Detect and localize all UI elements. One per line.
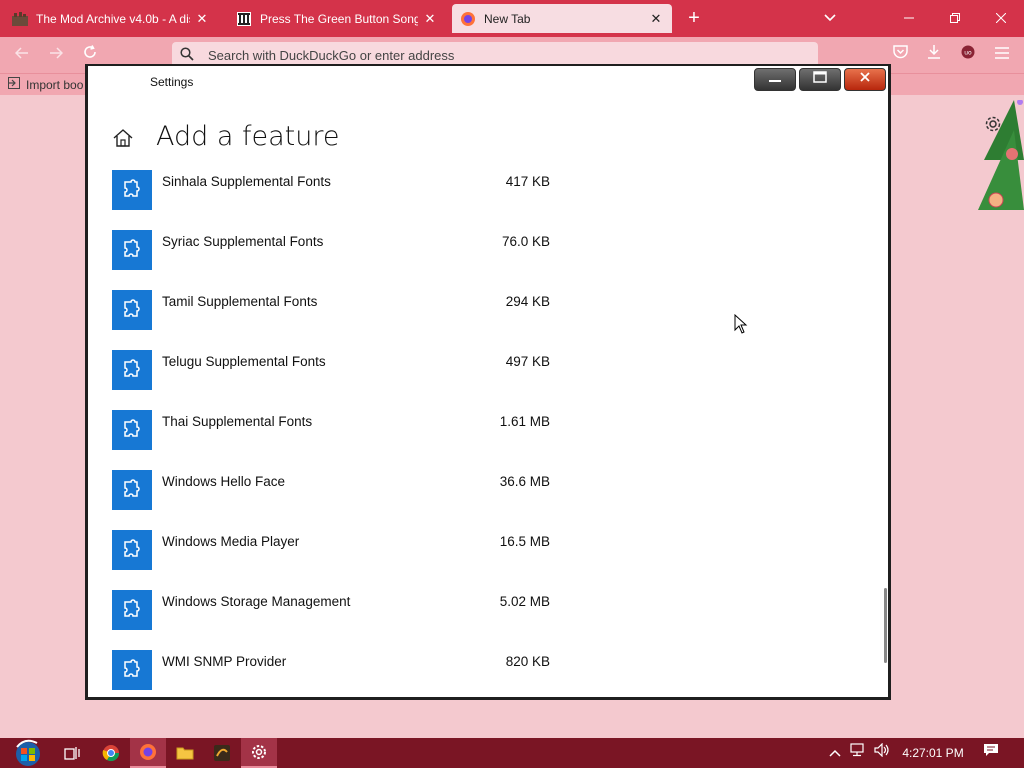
chevron-up-icon[interactable]	[826, 738, 844, 768]
task-view-icon[interactable]	[54, 738, 90, 768]
feature-row[interactable]: Thai Supplemental Fonts 1.61 MB	[112, 410, 562, 470]
feature-size: 820 KB	[506, 654, 550, 669]
back-arrow-icon[interactable]	[10, 43, 34, 67]
address-placeholder: Search with DuckDuckGo or enter address	[208, 48, 454, 63]
browser-tab-bar: The Mod Archive v4.0b - A dist ✕ Press T…	[0, 0, 1024, 37]
tab-label: The Mod Archive v4.0b - A dist	[36, 12, 190, 26]
christmas-tree-decoration	[974, 100, 1024, 240]
feature-name: Windows Media Player	[162, 534, 299, 549]
puzzle-piece-icon	[112, 470, 152, 510]
forward-arrow-icon[interactable]	[44, 43, 68, 67]
ublock-extension-icon[interactable]: uo	[956, 43, 980, 67]
hamburger-menu-icon[interactable]	[990, 43, 1014, 67]
tab-mod-archive[interactable]: The Mod Archive v4.0b - A dist ✕	[4, 4, 218, 33]
puzzle-piece-icon	[112, 350, 152, 390]
import-icon	[8, 77, 20, 92]
feature-row[interactable]: Sinhala Supplemental Fonts 417 KB	[112, 170, 562, 230]
firefox-icon[interactable]	[130, 738, 166, 768]
feature-size: 16.5 MB	[500, 534, 550, 549]
feature-row[interactable]: WMI SNMP Provider 820 KB	[112, 650, 562, 710]
feature-name: Telugu Supplemental Fonts	[162, 354, 326, 369]
feature-name: WMI SNMP Provider	[162, 654, 286, 669]
minimize-button[interactable]	[754, 68, 796, 91]
new-tab-button[interactable]: +	[682, 6, 706, 30]
feature-row[interactable]: Windows Storage Management 5.02 MB	[112, 590, 562, 650]
feature-size: 76.0 KB	[502, 234, 550, 249]
feature-row[interactable]: Tamil Supplemental Fonts 294 KB	[112, 290, 562, 350]
tab-green-button-songs[interactable]: Press The Green Button Songs C ✕	[228, 4, 446, 33]
feature-name: Sinhala Supplemental Fonts	[162, 174, 331, 189]
settings-titlebar[interactable]: Settings	[88, 66, 888, 98]
feature-name: Syriac Supplemental Fonts	[162, 234, 323, 249]
download-icon[interactable]	[922, 43, 946, 67]
feature-row[interactable]: Syriac Supplemental Fonts 76.0 KB	[112, 230, 562, 290]
settings-window: Settings Add a feature Sinhala Supplemen…	[85, 64, 891, 700]
browser-close-icon[interactable]	[986, 6, 1016, 30]
import-bookmarks-item[interactable]: Import boo	[8, 77, 83, 92]
mod-archive-favicon-icon	[12, 11, 28, 27]
mouse-cursor-icon	[734, 314, 748, 334]
feature-size: 5.02 MB	[500, 594, 550, 609]
settings-window-title: Settings	[150, 75, 193, 89]
browser-restore-icon[interactable]	[940, 6, 970, 30]
taskbar-clock[interactable]: 4:27:01 PM	[896, 738, 970, 768]
page-title: Add a feature	[156, 121, 339, 152]
start-button[interactable]	[8, 738, 48, 768]
taskbar: 4:27:01 PM	[0, 738, 1024, 768]
tab-close-icon[interactable]: ✕	[422, 11, 438, 27]
puzzle-piece-icon	[112, 290, 152, 330]
tab-label: Press The Green Button Songs C	[260, 12, 418, 26]
volume-icon[interactable]	[872, 738, 892, 768]
feature-name: Thai Supplemental Fonts	[162, 414, 312, 429]
pocket-icon[interactable]	[888, 43, 912, 67]
tab-close-icon[interactable]: ✕	[194, 11, 210, 27]
feature-size: 294 KB	[506, 294, 550, 309]
file-explorer-icon[interactable]	[167, 738, 203, 768]
puzzle-piece-icon	[112, 650, 152, 690]
maximize-button[interactable]	[799, 68, 841, 91]
feature-name: Tamil Supplemental Fonts	[162, 294, 317, 309]
puzzle-piece-icon	[112, 230, 152, 270]
feature-row[interactable]: Windows Hello Face 36.6 MB	[112, 470, 562, 530]
chevron-down-icon[interactable]	[818, 6, 842, 30]
search-icon	[180, 47, 198, 64]
network-icon[interactable]	[848, 738, 868, 768]
tab-label: New Tab	[484, 12, 644, 26]
scrollbar-thumb[interactable]	[884, 588, 887, 663]
feature-size: 1.61 MB	[500, 414, 550, 429]
tab-close-icon[interactable]: ✕	[648, 11, 664, 27]
puzzle-piece-icon	[112, 530, 152, 570]
app-icon[interactable]	[204, 738, 240, 768]
feature-size: 36.6 MB	[500, 474, 550, 489]
chrome-icon[interactable]	[93, 738, 129, 768]
institution-favicon-icon	[236, 11, 252, 27]
feature-size: 497 KB	[506, 354, 550, 369]
import-bookmarks-label: Import boo	[26, 78, 83, 92]
home-icon[interactable]	[112, 128, 134, 150]
feature-row[interactable]: Telugu Supplemental Fonts 497 KB	[112, 350, 562, 410]
puzzle-piece-icon	[112, 410, 152, 450]
settings-gear-icon[interactable]	[241, 738, 277, 768]
feature-name: Windows Hello Face	[162, 474, 285, 489]
notifications-icon[interactable]	[980, 738, 1002, 768]
tab-new-tab[interactable]: New Tab ✕	[452, 4, 672, 33]
feature-row[interactable]: Windows Media Player 16.5 MB	[112, 530, 562, 590]
feature-list: Sinhala Supplemental Fonts 417 KB Syriac S…	[112, 170, 562, 710]
close-button[interactable]	[844, 68, 886, 91]
feature-size: 417 KB	[506, 174, 550, 189]
browser-minimize-icon[interactable]	[894, 6, 924, 30]
puzzle-piece-icon	[112, 170, 152, 210]
feature-name: Windows Storage Management	[162, 594, 350, 609]
firefox-favicon-icon	[460, 11, 476, 27]
svg-text:uo: uo	[964, 50, 972, 57]
puzzle-piece-icon	[112, 590, 152, 630]
